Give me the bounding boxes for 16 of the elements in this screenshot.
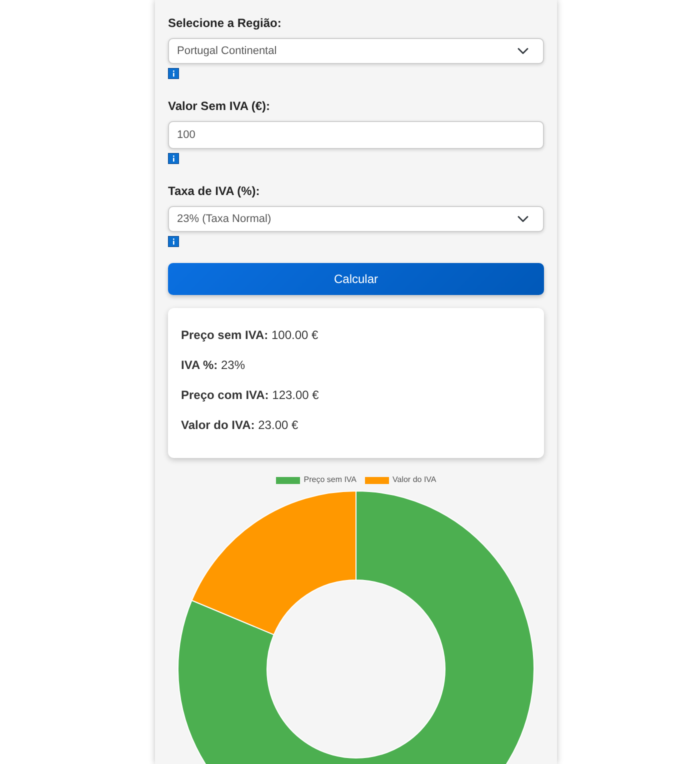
legend-label[interactable]: Valor do IVA: [392, 474, 436, 486]
info-icon[interactable]: [168, 68, 179, 79]
result-line: IVA %: 23%: [181, 357, 246, 374]
info-icon[interactable]: [168, 236, 179, 247]
field-label: Selecione a Região:: [168, 15, 282, 32]
input-field[interactable]: 100: [168, 121, 544, 149]
result-line: Valor do IVA: 23.00 €: [181, 417, 300, 434]
info-icon[interactable]: [168, 153, 179, 164]
calculate-button[interactable]: Calcular: [168, 263, 544, 295]
field-label: Valor Sem IVA (€):: [168, 98, 272, 115]
field-label: Taxa de IVA (%):: [168, 183, 261, 200]
dropdown[interactable]: Portugal Continental: [168, 38, 544, 64]
legend-label[interactable]: Preço sem IVA: [304, 474, 357, 486]
result-line: Preço com IVA: 123.00 €: [181, 387, 320, 404]
result-line: Preço sem IVA: 100.00 €: [181, 327, 320, 344]
dropdown[interactable]: 23% (Taxa Normal): [168, 206, 544, 232]
